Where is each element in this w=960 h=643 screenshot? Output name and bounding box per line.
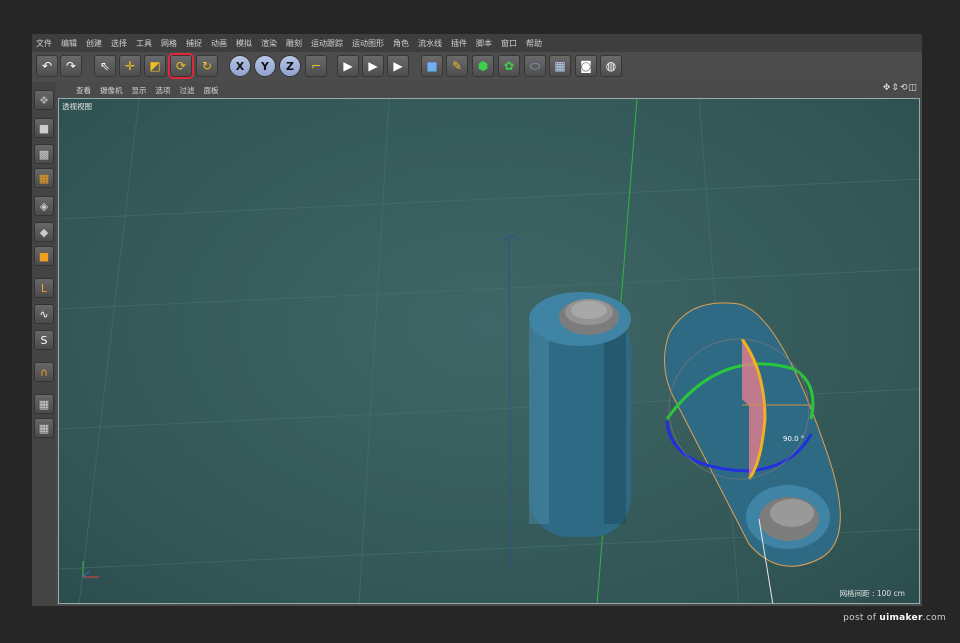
credit-suffix: .com xyxy=(922,613,946,623)
menu-mograph[interactable]: 运动图形 xyxy=(352,38,384,49)
credit-watermark: post of uimaker.com xyxy=(843,613,946,623)
battery-left[interactable] xyxy=(529,292,631,537)
x-axis-icon[interactable]: X xyxy=(229,55,251,77)
menu-sculpt[interactable]: 雕刻 xyxy=(286,38,302,49)
cinema4d-window: 文件 编辑 创建 选择 工具 网格 捕捉 动画 模拟 渲染 雕刻 运动跟踪 运动… xyxy=(32,34,922,606)
menu-render[interactable]: 渲染 xyxy=(261,38,277,49)
model-mode-icon[interactable]: ■ xyxy=(34,118,54,138)
tweak-mode-icon[interactable]: L xyxy=(34,278,54,298)
menu-snap[interactable]: 捕捉 xyxy=(186,38,202,49)
workplane-icon[interactable]: ∩ xyxy=(34,362,54,382)
snap-magnet-icon[interactable]: S xyxy=(34,330,54,350)
viewport-menu-bar: 查看 摄像机 显示 选项 过滤 面板 ✥⇕⟲◫ xyxy=(56,82,922,98)
edges-mode-icon[interactable]: ◈ xyxy=(34,196,54,216)
viewport-menu-camera[interactable]: 摄像机 xyxy=(100,85,123,96)
viewport-menu-panel[interactable]: 面板 xyxy=(204,85,219,96)
workplane-lock-icon[interactable]: ▦ xyxy=(34,394,54,414)
menu-motion-tracker[interactable]: 运动跟踪 xyxy=(311,38,343,49)
y-axis-icon[interactable]: Y xyxy=(254,55,276,77)
move-icon[interactable]: ✛ xyxy=(119,55,141,77)
menu-animate[interactable]: 动画 xyxy=(211,38,227,49)
menu-help[interactable]: 帮助 xyxy=(526,38,542,49)
perspective-viewport[interactable]: 透视视图 90.0 ° 网格间距 : 100 cm xyxy=(58,98,920,604)
menu-mesh[interactable]: 网格 xyxy=(161,38,177,49)
solo-icon[interactable]: ∿ xyxy=(34,304,54,324)
cloner-icon[interactable]: ✿ xyxy=(498,55,520,77)
menu-select[interactable]: 选择 xyxy=(111,38,127,49)
texture-mode-icon[interactable]: ▩ xyxy=(34,144,54,164)
viewport-menu-options[interactable]: 选项 xyxy=(156,85,171,96)
axis-mode-icon[interactable]: ■ xyxy=(34,246,54,266)
menu-edit[interactable]: 编辑 xyxy=(61,38,77,49)
credit-site: uimaker xyxy=(879,613,923,623)
polygons-mode-icon[interactable]: ◆ xyxy=(34,222,54,242)
world-axis-arrow xyxy=(500,234,522,242)
render-picture-icon[interactable]: ▶ xyxy=(362,55,384,77)
floor-icon[interactable]: ▦ xyxy=(549,55,571,77)
menu-character[interactable]: 角色 xyxy=(393,38,409,49)
rotate-icon[interactable]: ⟳ xyxy=(168,53,194,79)
camera-icon[interactable]: ◙ xyxy=(575,55,597,77)
make-editable-icon[interactable]: ❖ xyxy=(34,90,54,110)
menu-tools[interactable]: 工具 xyxy=(136,38,152,49)
z-axis-icon[interactable]: Z xyxy=(279,55,301,77)
recent-tool-icon[interactable]: ↻ xyxy=(196,55,218,77)
menu-bar: 文件 编辑 创建 选择 工具 网格 捕捉 动画 模拟 渲染 雕刻 运动跟踪 运动… xyxy=(32,34,922,52)
menu-plugins[interactable]: 插件 xyxy=(451,38,467,49)
undo-icon[interactable]: ↶ xyxy=(36,55,58,77)
menu-create[interactable]: 创建 xyxy=(86,38,102,49)
coordinate-system-icon[interactable]: ⌐ xyxy=(305,55,327,77)
viewport-navigation-icons[interactable]: ✥⇕⟲◫ xyxy=(883,83,918,93)
z-axis-line xyxy=(508,234,512,570)
main-toolbar: ↶ ↷ ⇖ ✛ ◩ ⟳ ↻ X Y Z ⌐ ▶ ▶ ▶ ■ ✎ ⬢ ✿ ⬭ ▦ … xyxy=(32,52,922,83)
menu-window[interactable]: 窗口 xyxy=(501,38,517,49)
left-mode-palette: ❖ ■ ▩ ▦ ◈ ◆ ■ L ∿ S ∩ ▦ ▦ xyxy=(32,82,56,606)
workplane-settings-icon[interactable]: ▦ xyxy=(34,418,54,438)
view-axis-indicator xyxy=(82,561,99,578)
redo-icon[interactable]: ↷ xyxy=(60,55,82,77)
deformer-icon[interactable]: ⬭ xyxy=(524,55,546,77)
menu-pipeline[interactable]: 流水线 xyxy=(418,38,442,49)
render-settings-icon[interactable]: ▶ xyxy=(387,55,409,77)
viewport-scene xyxy=(59,99,919,603)
viewport-menu-view[interactable]: 查看 xyxy=(76,85,91,96)
points-mode-icon[interactable]: ▦ xyxy=(34,168,54,188)
menu-file[interactable]: 文件 xyxy=(36,38,52,49)
menu-script[interactable]: 脚本 xyxy=(476,38,492,49)
viewport-menu-display[interactable]: 显示 xyxy=(132,85,147,96)
viewport-menu-filter[interactable]: 过滤 xyxy=(180,85,195,96)
scale-icon[interactable]: ◩ xyxy=(144,55,166,77)
grid-spacing-info: 网格间距 : 100 cm xyxy=(839,589,905,598)
pen-icon[interactable]: ✎ xyxy=(446,55,468,77)
cube-icon[interactable]: ■ xyxy=(421,55,443,77)
menu-simulate[interactable]: 模拟 xyxy=(236,38,252,49)
credit-prefix: post of xyxy=(843,613,880,623)
viewport-label: 透视视图 xyxy=(62,102,92,111)
light-icon[interactable]: ◍ xyxy=(600,55,622,77)
select-arrow-icon[interactable]: ⇖ xyxy=(94,55,116,77)
render-view-icon[interactable]: ▶ xyxy=(337,55,359,77)
subdivision-icon[interactable]: ⬢ xyxy=(472,55,494,77)
rotation-readout: 90.0 ° xyxy=(783,435,805,443)
